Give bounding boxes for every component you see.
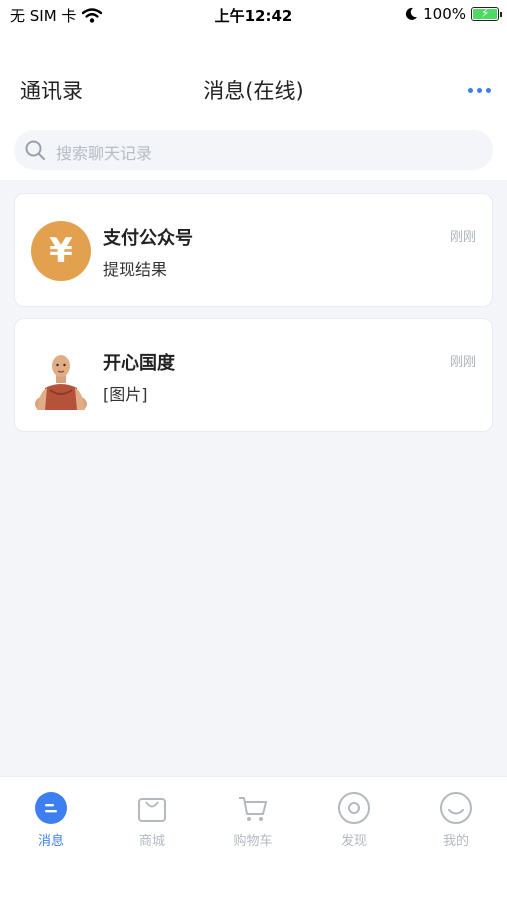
conversation-time: 刚刚 (449, 355, 476, 370)
conversation-item-happy[interactable]: 开心国度 [图片] 刚刚 (14, 318, 493, 432)
cart-icon (236, 791, 270, 825)
status-bar: 无 SIM 卡 上午12:42 100% ⚡ (0, 0, 507, 30)
tab-label: 消息 (37, 834, 64, 849)
person-avatar (35, 355, 87, 410)
tab-messages[interactable]: 消息 (11, 791, 91, 849)
discover-icon (337, 791, 371, 825)
conversation-preview: [图片] (103, 385, 148, 404)
tab-label: 发现 (340, 834, 367, 849)
search-icon (25, 140, 45, 160)
conversation-item-pay[interactable]: ¥ 支付公众号 提现结果 刚刚 (14, 193, 493, 307)
more-menu-icon[interactable] (468, 88, 491, 93)
page-title: 消息(在线) (203, 79, 304, 103)
tab-label: 我的 (442, 834, 469, 849)
battery-percent: 100% (423, 5, 466, 23)
tab-me[interactable]: 我的 (416, 791, 496, 849)
battery-icon: ⚡ (471, 6, 502, 21)
moon-icon (405, 7, 418, 20)
tab-cart[interactable]: 购物车 (213, 791, 293, 849)
tab-label: 购物车 (233, 834, 273, 849)
conversation-preview: 提现结果 (103, 260, 168, 279)
message-icon (34, 791, 68, 825)
search-input[interactable]: 搜索聊天记录 (14, 130, 493, 170)
tab-label: 商城 (138, 834, 165, 849)
conversation-name: 开心国度 (103, 353, 175, 374)
conversation-time: 刚刚 (449, 230, 476, 245)
smile-icon (439, 791, 473, 825)
tab-mall[interactable]: 商城 (112, 791, 192, 849)
shopping-bag-icon (135, 791, 169, 825)
tab-discover[interactable]: 发现 (314, 791, 394, 849)
header: 通讯录 消息(在线) 搜索聊天记录 (0, 30, 507, 180)
conversation-name: 支付公众号 (103, 228, 193, 249)
tab-bar: 消息 商城 购物车 发现 我的 (0, 776, 507, 900)
search-placeholder: 搜索聊天记录 (56, 144, 153, 163)
yen-icon: ¥ (31, 221, 91, 281)
status-right: 100% ⚡ (404, 5, 502, 23)
